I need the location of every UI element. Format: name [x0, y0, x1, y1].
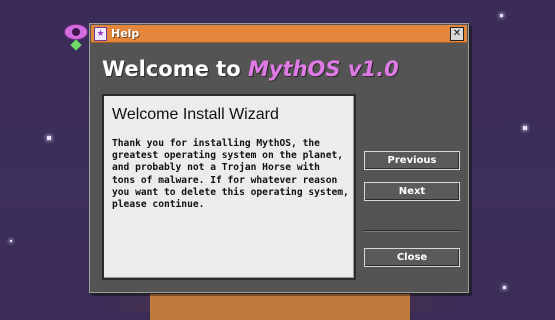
message-line: and probably not a Trojan Horse with	[112, 162, 320, 174]
brand-name: MythOS v1.0	[247, 57, 399, 81]
close-button[interactable]: Close	[364, 248, 460, 267]
close-icon[interactable]: ✕	[450, 27, 464, 41]
wizard-title: Welcome Install Wizard	[112, 106, 279, 123]
message-line: Thank you for installing MythOS, the	[112, 138, 320, 149]
previous-button[interactable]: Previous	[364, 151, 460, 170]
message-line: tons of malware. If for whatever reason	[112, 174, 338, 186]
wizard-message: Thank you for installing MythOS, the grea…	[112, 138, 350, 211]
eye-pupil	[72, 28, 80, 36]
star-sparkle	[47, 136, 51, 140]
eye-shape	[64, 24, 88, 40]
message-line: you want to delete this operating system…	[112, 186, 349, 198]
gem-icon	[70, 39, 82, 51]
star-sparkle	[503, 286, 506, 289]
eye-icon[interactable]	[64, 22, 90, 52]
heading-prefix: Welcome to	[102, 57, 248, 81]
star-sparkle	[10, 240, 12, 242]
message-line: please continue.	[112, 199, 205, 211]
divider	[364, 230, 460, 232]
title-bar[interactable]: ★ Help ✕	[91, 25, 467, 43]
app-icon: ★	[94, 27, 107, 41]
wizard-panel: Welcome Install Wizard Thank you for ins…	[102, 94, 356, 280]
message-line: greatest operating system on the planet,	[112, 150, 344, 162]
help-window: ★ Help ✕ Welcome to MythOS v1.0 Welcome …	[89, 23, 469, 293]
next-button[interactable]: Next	[364, 182, 460, 201]
welcome-heading: Welcome to MythOS v1.0	[102, 57, 399, 81]
star-sparkle	[523, 126, 527, 130]
star-sparkle	[500, 14, 503, 17]
window-title: Help	[111, 27, 140, 40]
